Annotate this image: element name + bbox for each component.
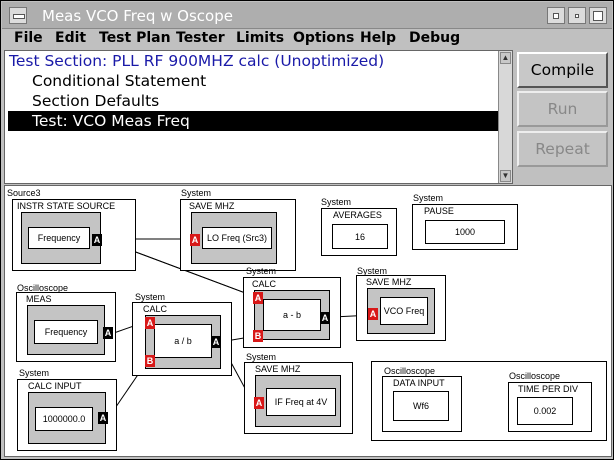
output-pin-a[interactable]: A bbox=[92, 234, 102, 246]
input-pin-a[interactable]: A bbox=[368, 308, 378, 320]
block-value: a / b bbox=[154, 324, 212, 358]
oscilloscope-settings-group: Oscilloscope DATA INPUT Wf6 Oscilloscope… bbox=[371, 361, 607, 441]
block-value: 16 bbox=[332, 224, 388, 249]
block-data-input[interactable]: DATA INPUT Wf6 bbox=[382, 376, 462, 432]
block-title: INSTR STATE SOURCE bbox=[17, 201, 116, 211]
repeat-button[interactable]: Repeat bbox=[517, 131, 608, 167]
minimize-icon[interactable] bbox=[547, 7, 565, 24]
block-title: MEAS bbox=[26, 294, 52, 304]
block-value: Frequency bbox=[28, 227, 90, 249]
input-pin-a[interactable]: A bbox=[145, 317, 155, 329]
block-title: PAUSE bbox=[424, 206, 454, 216]
group-label: System bbox=[246, 266, 277, 276]
block-value: 1000 bbox=[425, 220, 505, 244]
block-instr-state-source[interactable]: INSTR STATE SOURCE Frequency A bbox=[12, 199, 136, 271]
block-value: Wf6 bbox=[393, 391, 449, 421]
block-body: a / b bbox=[145, 315, 221, 369]
block-title: DATA INPUT bbox=[393, 378, 445, 388]
block-body: a - b bbox=[254, 290, 330, 340]
output-pin-a[interactable]: A bbox=[98, 412, 108, 424]
group-label: System bbox=[135, 292, 166, 302]
block-title: CALC bbox=[252, 279, 277, 289]
output-pin-a[interactable]: A bbox=[103, 327, 113, 339]
block-body: LO Freq (Src3) bbox=[191, 212, 277, 264]
block-body: IF Freq at 4V bbox=[255, 375, 341, 427]
block-value: IF Freq at 4V bbox=[266, 388, 336, 416]
menu-limits[interactable]: Limits bbox=[236, 30, 284, 46]
block-body: 1000000.0 bbox=[28, 392, 106, 444]
tree-scrollbar[interactable]: ▲ ▼ bbox=[498, 51, 512, 183]
tree-item-section-defaults[interactable]: Section Defaults bbox=[5, 91, 499, 111]
block-value: Frequency bbox=[34, 320, 98, 344]
input-pin-b[interactable]: B bbox=[253, 330, 263, 342]
menu-tester[interactable]: Tester bbox=[176, 30, 225, 46]
output-pin-a[interactable]: A bbox=[320, 312, 330, 324]
block-value: VCO Freq bbox=[380, 297, 428, 325]
block-title: SAVE MHZ bbox=[366, 277, 412, 287]
block-save-lo-freq[interactable]: SAVE MHZ LO Freq (Src3) A bbox=[180, 199, 296, 271]
block-save-if-freq[interactable]: SAVE MHZ IF Freq at 4V A bbox=[244, 362, 353, 434]
group-label: System bbox=[413, 193, 444, 203]
block-title: AVERAGES bbox=[333, 210, 382, 220]
tree-item-conditional[interactable]: Conditional Statement bbox=[5, 71, 499, 91]
menu-help[interactable]: Help bbox=[360, 30, 396, 46]
menu-file[interactable]: File bbox=[14, 30, 43, 46]
input-pin-a[interactable]: A bbox=[253, 292, 263, 304]
menu-bar: File Edit Test Plan Tester Limits Option… bbox=[2, 29, 612, 49]
block-title: CALC bbox=[143, 304, 168, 314]
block-calc-input[interactable]: CALC INPUT 1000000.0 A bbox=[17, 379, 117, 451]
block-title: CALC INPUT bbox=[28, 381, 82, 391]
flow-canvas[interactable]: Source3 INSTR STATE SOURCE Frequency A S… bbox=[4, 185, 612, 457]
menu-debug[interactable]: Debug bbox=[409, 30, 460, 46]
block-title: TIME PER DIV bbox=[518, 384, 579, 394]
block-save-vco-freq[interactable]: SAVE MHZ VCO Freq A bbox=[356, 275, 446, 341]
block-value: a - b bbox=[263, 299, 321, 331]
tree-item-section[interactable]: Test Section: PLL RF 900MHZ calc (Unopti… bbox=[5, 51, 499, 71]
group-label: Oscilloscope bbox=[384, 366, 436, 376]
group-label: System bbox=[321, 197, 352, 207]
block-averages[interactable]: AVERAGES 16 bbox=[321, 208, 397, 256]
app-window: Meas VCO Freq w Oscope File Edit Test Pl… bbox=[0, 0, 614, 460]
block-calc-a-div-b[interactable]: CALC a / b A B A bbox=[132, 302, 232, 376]
menu-edit[interactable]: Edit bbox=[55, 30, 86, 46]
scroll-down-icon[interactable]: ▼ bbox=[500, 170, 511, 182]
group-label: Oscilloscope bbox=[509, 371, 561, 381]
compile-button[interactable]: Compile bbox=[517, 52, 608, 88]
block-value: LO Freq (Src3) bbox=[202, 227, 272, 249]
block-body: Frequency bbox=[21, 212, 101, 264]
block-pause[interactable]: PAUSE 1000 bbox=[412, 204, 518, 250]
block-time-per-div[interactable]: TIME PER DIV 0.002 bbox=[508, 382, 592, 432]
menu-options[interactable]: Options bbox=[293, 30, 354, 46]
restore-icon[interactable] bbox=[589, 7, 607, 24]
group-label: System bbox=[181, 188, 212, 198]
menu-test-plan[interactable]: Test Plan bbox=[99, 30, 171, 46]
input-pin-a[interactable]: A bbox=[190, 234, 200, 246]
block-calc-a-minus-b[interactable]: CALC a - b A B A bbox=[243, 277, 341, 348]
test-tree-panel: Test Section: PLL RF 900MHZ calc (Unopti… bbox=[4, 50, 513, 184]
group-label: Source3 bbox=[7, 188, 41, 198]
test-tree: Test Section: PLL RF 900MHZ calc (Unopti… bbox=[5, 51, 499, 183]
group-label: System bbox=[19, 368, 50, 378]
scroll-up-icon[interactable]: ▲ bbox=[500, 52, 511, 64]
group-label: System bbox=[246, 352, 277, 362]
output-pin-a[interactable]: A bbox=[211, 336, 221, 348]
run-button[interactable]: Run bbox=[517, 91, 608, 127]
window-title: Meas VCO Freq w Oscope bbox=[42, 7, 233, 25]
block-title: SAVE MHZ bbox=[255, 364, 301, 374]
title-bar[interactable]: Meas VCO Freq w Oscope bbox=[2, 2, 612, 29]
maximize-icon[interactable] bbox=[568, 7, 586, 24]
window-menu-icon[interactable] bbox=[9, 7, 27, 24]
input-pin-a[interactable]: A bbox=[254, 397, 264, 409]
input-pin-b[interactable]: B bbox=[145, 355, 155, 367]
block-value: 1000000.0 bbox=[35, 407, 93, 431]
block-value: 0.002 bbox=[517, 397, 573, 425]
tree-item-selected-test[interactable]: Test: VCO Meas Freq bbox=[8, 111, 498, 131]
block-body: Frequency bbox=[27, 305, 105, 355]
block-title: SAVE MHZ bbox=[189, 201, 235, 211]
block-oscilloscope-meas[interactable]: MEAS Frequency A bbox=[16, 292, 116, 362]
